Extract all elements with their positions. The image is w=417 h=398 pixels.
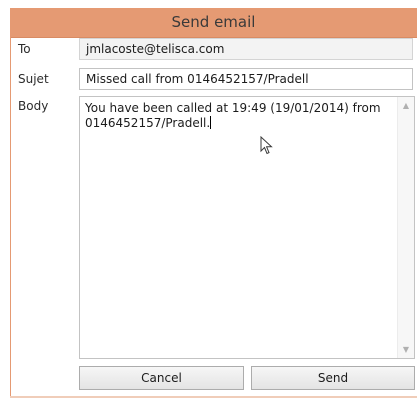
window-border-left [10, 37, 11, 398]
to-label: To [18, 42, 31, 56]
subject-label: Sujet [18, 72, 49, 86]
window-title: Send email [171, 13, 256, 31]
cancel-button[interactable]: Cancel [79, 366, 244, 390]
text-caret [210, 116, 212, 129]
title-bar[interactable]: Send email [10, 8, 417, 38]
body-textarea[interactable]: You have been called at 19:49 (19/01/201… [79, 96, 415, 359]
body-text[interactable]: You have been called at 19:49 (19/01/201… [85, 101, 390, 131]
mouse-pointer-icon [260, 136, 273, 155]
chevron-up-icon[interactable]: ▲ [398, 101, 414, 110]
body-text-value: You have been called at 19:49 (19/01/201… [85, 101, 381, 130]
send-email-window: Send email To jmlacoste@telisca.com Suje… [0, 0, 417, 398]
body-scrollbar[interactable]: ▲ ▼ [397, 97, 414, 358]
to-field[interactable]: jmlacoste@telisca.com [79, 38, 413, 60]
body-label: Body [18, 99, 49, 113]
send-button[interactable]: Send [251, 366, 415, 390]
chevron-down-icon[interactable]: ▼ [398, 345, 414, 354]
subject-field[interactable]: Missed call from 0146452157/Pradell [79, 68, 413, 90]
